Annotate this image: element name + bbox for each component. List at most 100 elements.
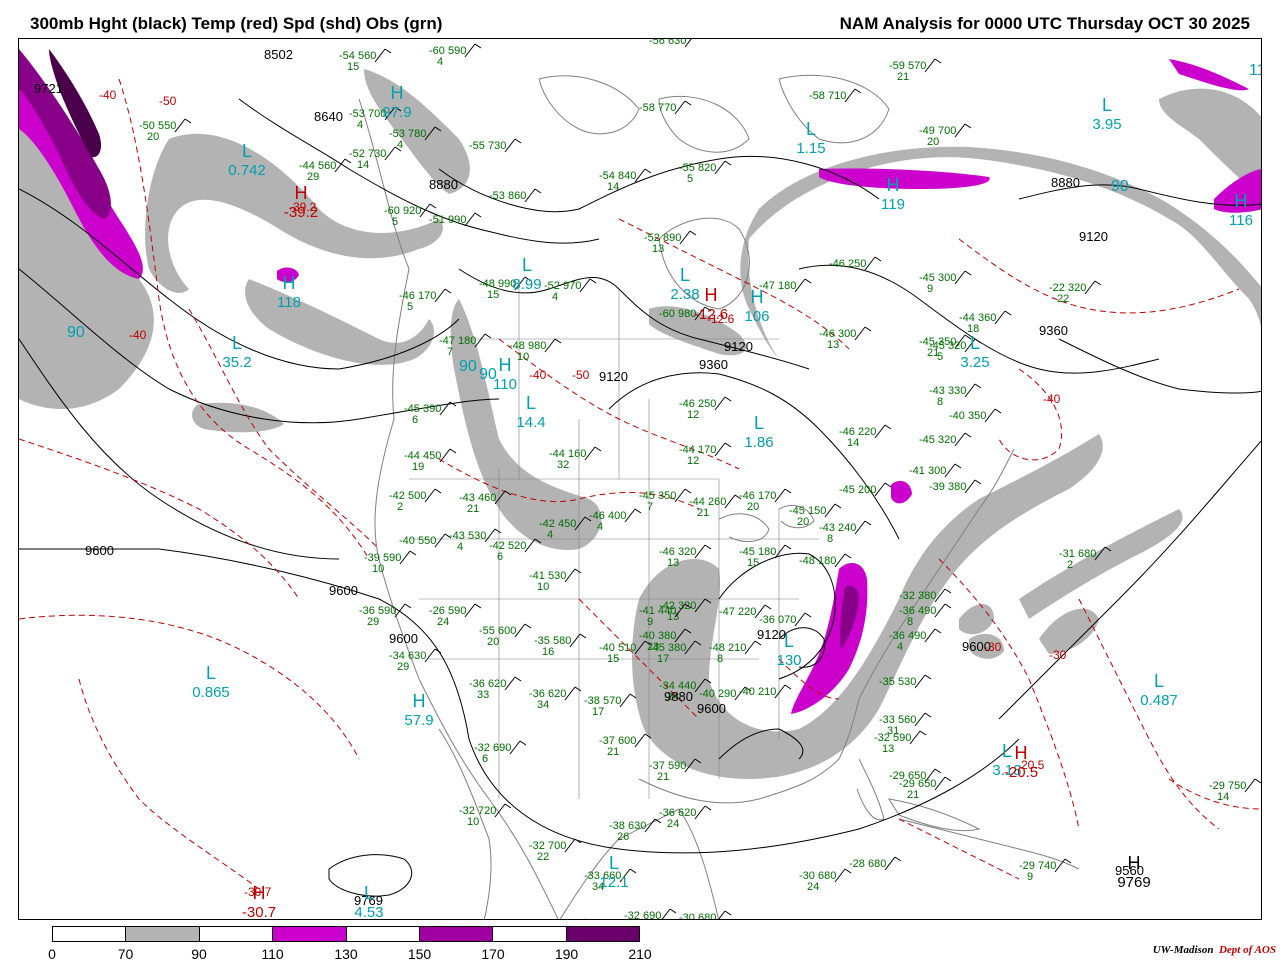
center-value: 3.25 xyxy=(960,354,989,371)
wind-barb xyxy=(679,230,691,245)
station-obs: -36 070 xyxy=(759,612,812,627)
obs-dewpoint: 24 xyxy=(437,616,449,628)
wind-barb xyxy=(504,138,516,153)
obs-dewpoint: 9 xyxy=(1027,871,1033,883)
station-obs: -36 62034 xyxy=(529,686,582,711)
station-obs: -45 3906 xyxy=(404,401,457,426)
center-value: 57.9 xyxy=(404,712,433,729)
station-obs: -41 300 xyxy=(909,463,962,478)
obs-temp-height: -46 400 xyxy=(589,510,626,522)
obs-temp-height: -32 380 xyxy=(899,590,936,602)
wind-barb-flag xyxy=(514,138,522,144)
wind-barb xyxy=(464,603,476,618)
wind-barb xyxy=(944,463,956,478)
obs-temp-height: -53 700 xyxy=(349,108,386,120)
obs-dewpoint: 9 xyxy=(927,283,933,295)
obs-temp-height: -53 780 xyxy=(389,128,426,140)
obs-dewpoint: 34 xyxy=(537,699,549,711)
station-obs: -40 550 xyxy=(399,533,452,548)
wind-barb-flag xyxy=(874,256,882,262)
obs-temp-height: -60 590 xyxy=(429,45,466,57)
station-obs: -32 690 xyxy=(624,908,677,919)
wind-barb xyxy=(954,123,966,138)
credit-dept: Dept of AOS xyxy=(1218,944,1276,956)
station-obs: -45 320 xyxy=(919,432,972,447)
obs-temp-height: -45 350 xyxy=(639,490,676,502)
center-type: L xyxy=(1002,741,1012,761)
obs-dewpoint: 10 xyxy=(467,816,479,828)
obs-temp-height: -43 330 xyxy=(929,385,966,397)
height-label: 9120 xyxy=(757,627,786,642)
obs-dewpoint: 21 xyxy=(467,503,479,515)
obs-dewpoint: 20 xyxy=(147,131,159,143)
wind-barb-flag xyxy=(449,448,457,454)
station-obs: -46 17020 xyxy=(739,488,792,513)
station-obs: -32 720 xyxy=(584,918,586,919)
station-obs: -47 180 xyxy=(759,278,812,293)
center-value: 1.86 xyxy=(744,434,773,451)
obs-dewpoint: 13 xyxy=(667,557,679,569)
height-label: 9120 xyxy=(599,369,628,384)
station-obs: -28 680 xyxy=(849,856,902,871)
center-type: H xyxy=(391,83,404,103)
center-type: L xyxy=(784,631,794,651)
center-value: 0.742 xyxy=(228,162,266,179)
obs-dewpoint: 20 xyxy=(747,501,759,513)
temp-label: -40 xyxy=(1043,392,1061,406)
obs-dewpoint: 10 xyxy=(372,563,384,575)
station-obs: -32 380 xyxy=(899,588,952,603)
credit-org: UW-Madison xyxy=(1152,944,1214,956)
temp-label: -40 xyxy=(129,328,147,342)
obs-dewpoint: 13 xyxy=(652,243,664,255)
obs-temp-height: -32 690 xyxy=(474,742,511,754)
obs-dewpoint: 5 xyxy=(937,351,943,363)
obs-dewpoint: 5 xyxy=(687,173,693,185)
wind-barb xyxy=(434,533,446,548)
obs-dewpoint: 2 xyxy=(1067,559,1073,571)
center-value: 97.9 xyxy=(382,104,411,121)
center-value: -20.5 xyxy=(1004,764,1038,781)
legend-swatch xyxy=(566,927,639,941)
height-label: 9600 xyxy=(389,631,418,646)
obs-temp-height: -28 680 xyxy=(849,858,886,870)
center-type: L xyxy=(232,333,242,353)
wind-barb xyxy=(564,838,576,853)
wind-barb-flag xyxy=(1094,280,1102,286)
wind-barb xyxy=(774,488,786,503)
wind-barb-flag xyxy=(724,442,732,448)
center-value: 0.487 xyxy=(1140,692,1178,709)
obs-temp-height: -56 630 xyxy=(649,39,686,47)
wind-barb-flag xyxy=(894,856,902,862)
obs-dewpoint: 17 xyxy=(592,706,604,718)
speed-band-gray xyxy=(959,604,994,635)
obs-dewpoint: 21 xyxy=(897,71,909,83)
obs-temp-height: -42 500 xyxy=(389,490,426,502)
obs-dewpoint: 8 xyxy=(717,653,723,665)
center-value: 3.95 xyxy=(1092,116,1121,133)
station-obs: -32 72010 xyxy=(459,803,512,828)
station-obs: -36 62024 xyxy=(659,805,712,830)
temp-label: -30 xyxy=(1049,648,1067,662)
center-value: -30.7 xyxy=(242,904,276,920)
station-obs: -48 2108 xyxy=(709,640,762,665)
speed-label: 110 xyxy=(1249,62,1262,79)
height-label: 9120 xyxy=(1079,229,1108,244)
obs-temp-height: -39 380 xyxy=(929,481,966,493)
obs-temp-height: -36 070 xyxy=(759,614,796,626)
wind-barb-flag xyxy=(724,396,732,402)
wind-barb xyxy=(374,48,386,63)
station-obs: -32 6906 xyxy=(474,740,527,765)
obs-dewpoint: 15 xyxy=(347,61,359,73)
center-value: -12.6 xyxy=(694,306,728,323)
wind-barb xyxy=(884,856,896,871)
center-type: L xyxy=(754,413,764,433)
obs-temp-height: -29 740 xyxy=(1019,860,1056,872)
wind-barb xyxy=(394,603,406,618)
obs-temp-height: -48 180 xyxy=(799,555,836,567)
center-value: -39.2 xyxy=(284,204,318,221)
obs-temp-height: -48 210 xyxy=(709,642,746,654)
wind-barb xyxy=(984,408,996,423)
obs-temp-height: -55 730 xyxy=(469,140,506,152)
wind-barb-flag xyxy=(585,918,586,919)
wind-barb xyxy=(834,868,846,883)
